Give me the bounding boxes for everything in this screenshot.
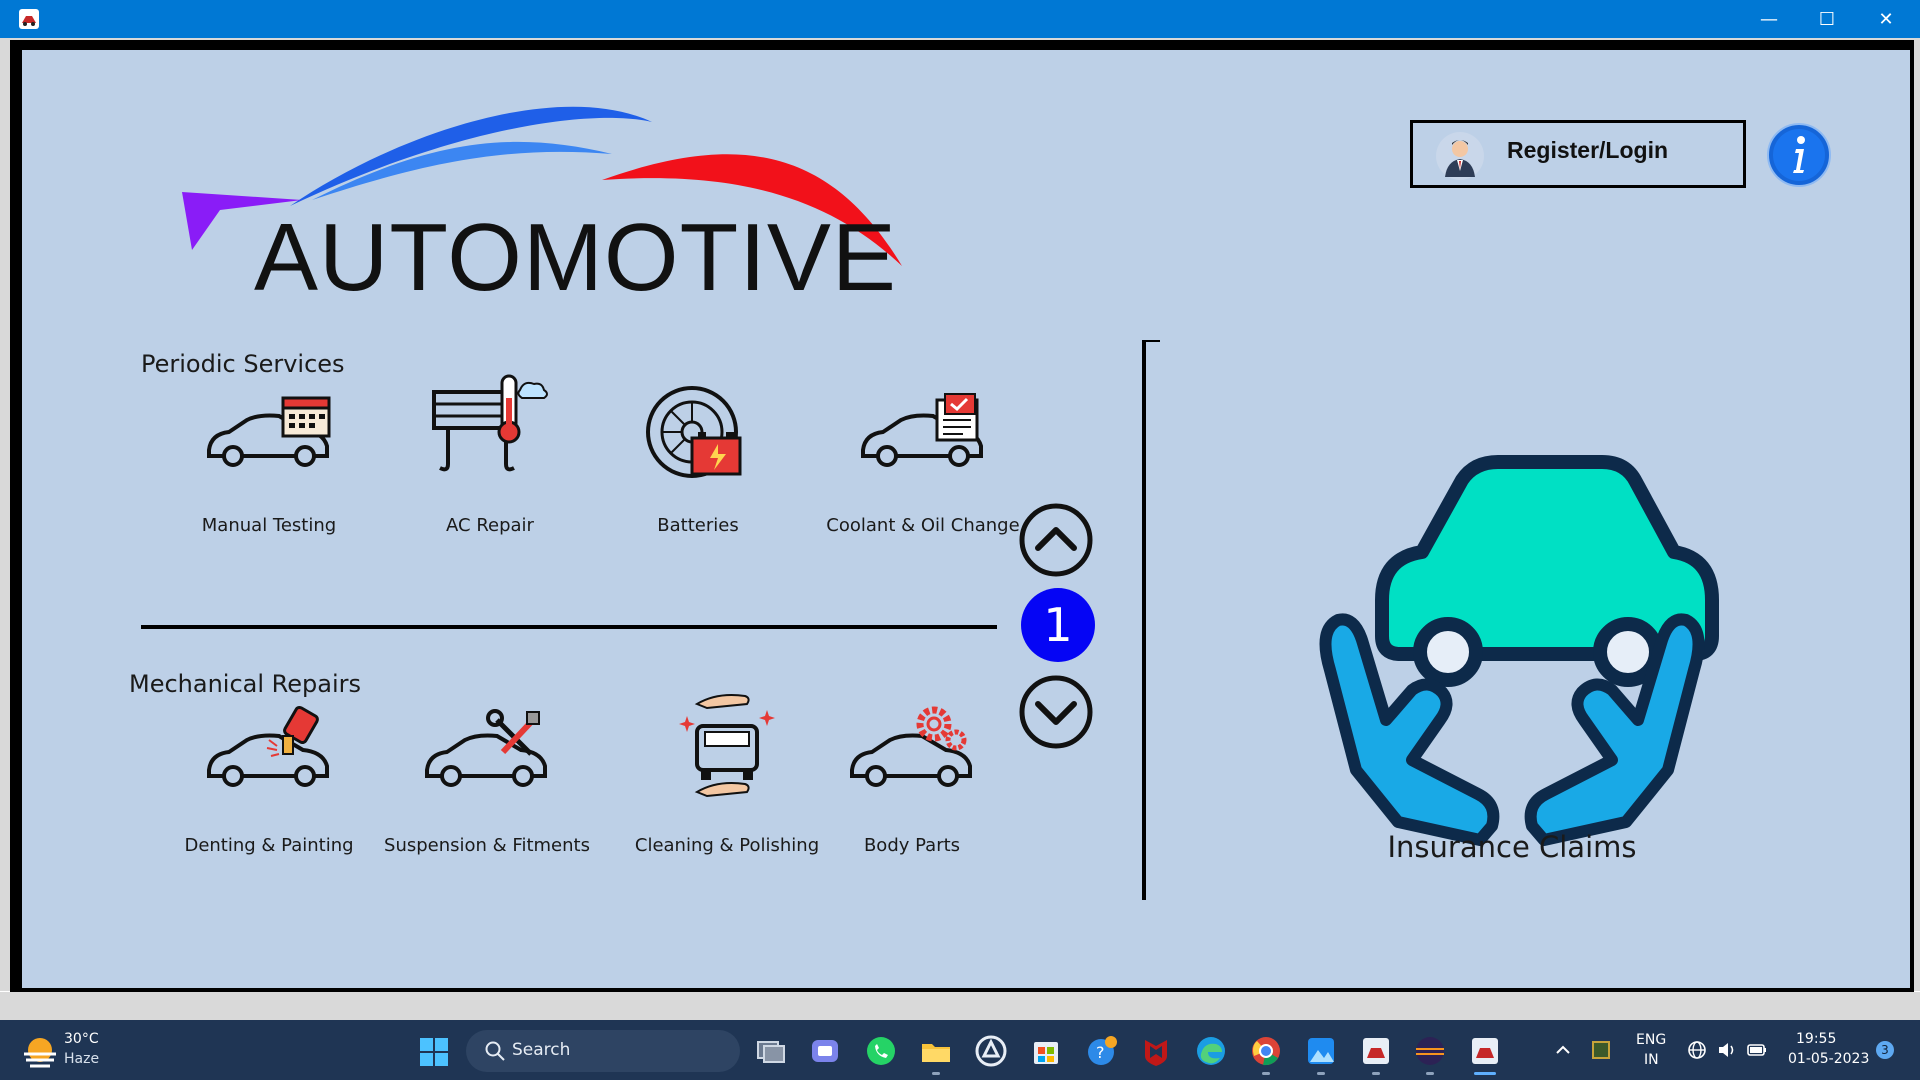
car-gears-icon bbox=[850, 706, 972, 787]
tray-app-icon[interactable] bbox=[1590, 1039, 1612, 1061]
window-status-strip bbox=[0, 992, 1920, 1020]
weather-temperature: 30°C bbox=[64, 1031, 99, 1047]
chevron-up-icon[interactable] bbox=[1552, 1039, 1574, 1061]
car-document-icon bbox=[861, 393, 983, 467]
eclipse-ide-icon[interactable] bbox=[1411, 1032, 1449, 1070]
service-manual-testing[interactable]: Manual Testing bbox=[159, 390, 379, 570]
weather-haze-icon[interactable] bbox=[18, 1030, 62, 1074]
user-avatar-icon bbox=[1436, 132, 1484, 180]
service-label: Batteries bbox=[657, 515, 739, 536]
whatsapp-icon[interactable] bbox=[862, 1032, 900, 1070]
info-icon[interactable] bbox=[1766, 122, 1832, 188]
window-titlebar bbox=[0, 0, 1920, 38]
clock-time[interactable]: 19:55 bbox=[1796, 1031, 1836, 1047]
search-icon bbox=[485, 1041, 505, 1061]
teams-chat-icon[interactable] bbox=[806, 1032, 844, 1070]
chrome-browser-icon[interactable] bbox=[1247, 1032, 1285, 1070]
get-help-icon[interactable]: ? bbox=[1082, 1032, 1120, 1070]
ac-thermometer-icon bbox=[432, 374, 548, 472]
task-view-icon[interactable] bbox=[752, 1032, 790, 1070]
dell-support-icon[interactable] bbox=[972, 1032, 1010, 1070]
service-ac-repair[interactable]: AC Repair bbox=[380, 374, 600, 570]
automotive-app-active-icon[interactable] bbox=[1466, 1032, 1504, 1070]
close-button[interactable]: ✕ bbox=[1857, 0, 1915, 38]
app-content: AUTOMOTIVE Register/Login Periodic Servi… bbox=[22, 50, 1910, 988]
edge-browser-icon[interactable] bbox=[1192, 1032, 1230, 1070]
file-explorer-icon[interactable] bbox=[917, 1032, 955, 1070]
windows-start-icon[interactable] bbox=[418, 1036, 450, 1068]
service-suspension-fitments[interactable]: Suspension & Fitments bbox=[377, 709, 597, 890]
weather-condition: Haze bbox=[64, 1051, 100, 1067]
service-label: AC Repair bbox=[446, 515, 534, 536]
taskbar bbox=[0, 1020, 1920, 1080]
app-icon bbox=[19, 9, 39, 29]
language-indicator[interactable]: ENG bbox=[1636, 1032, 1666, 1048]
svg-text:?: ? bbox=[1096, 1043, 1105, 1062]
car-wash-hands-icon bbox=[679, 694, 775, 798]
running-indicator bbox=[1426, 1072, 1434, 1075]
insurance-claims-label: Insurance Claims bbox=[1387, 830, 1637, 864]
service-coolant-oil-change[interactable]: Coolant & Oil Change bbox=[813, 390, 1033, 570]
minimize-button[interactable]: — bbox=[1740, 0, 1798, 38]
service-batteries[interactable]: Batteries bbox=[588, 386, 808, 570]
globe-network-icon[interactable] bbox=[1686, 1039, 1708, 1061]
mcafee-icon[interactable] bbox=[1137, 1032, 1175, 1070]
taskbar-search-box[interactable]: Search bbox=[466, 1030, 740, 1072]
service-label: Body Parts bbox=[863, 835, 961, 856]
car-wrench-icon bbox=[425, 709, 547, 787]
chevron-up-icon[interactable] bbox=[1018, 502, 1094, 578]
service-label: Suspension & Fitments bbox=[384, 835, 590, 856]
maximize-button[interactable]: ☐ bbox=[1798, 0, 1856, 38]
running-indicator bbox=[1372, 1072, 1380, 1075]
microsoft-store-icon[interactable] bbox=[1027, 1032, 1065, 1070]
car-calendar-icon bbox=[207, 396, 331, 467]
running-indicator bbox=[932, 1072, 940, 1075]
tyre-battery-icon bbox=[646, 386, 742, 478]
mechanical-repairs-title: Mechanical Repairs bbox=[129, 670, 362, 698]
service-body-parts[interactable]: Body Parts bbox=[802, 706, 1022, 890]
photos-app-icon[interactable] bbox=[1302, 1032, 1340, 1070]
page-number-badge: 1 bbox=[1021, 588, 1095, 662]
volume-icon[interactable] bbox=[1716, 1039, 1738, 1061]
battery-icon[interactable] bbox=[1746, 1039, 1768, 1061]
service-label: Denting & Painting bbox=[184, 835, 354, 856]
automotive-app-icon[interactable] bbox=[1357, 1032, 1395, 1070]
service-denting-painting[interactable]: Denting & Painting bbox=[159, 705, 379, 890]
active-indicator bbox=[1474, 1072, 1496, 1075]
logo-text: AUTOMOTIVE bbox=[254, 204, 897, 311]
running-indicator bbox=[1317, 1072, 1325, 1075]
car-hands-icon[interactable] bbox=[1302, 440, 1722, 860]
vertical-divider bbox=[1142, 340, 1146, 900]
service-label: Manual Testing bbox=[201, 515, 337, 536]
language-region: IN bbox=[1644, 1052, 1659, 1068]
car-paint-icon bbox=[207, 705, 329, 787]
service-label: Coolant & Oil Change bbox=[826, 515, 1020, 536]
notification-badge[interactable]: 3 bbox=[1876, 1041, 1894, 1059]
divider-tick bbox=[1146, 340, 1160, 342]
search-placeholder: Search bbox=[512, 1040, 571, 1060]
periodic-services-title: Periodic Services bbox=[141, 350, 345, 378]
section-divider bbox=[141, 625, 997, 629]
chevron-down-icon[interactable] bbox=[1018, 674, 1094, 750]
register-login-label: Register/Login bbox=[1507, 137, 1669, 163]
register-login-button[interactable]: Register/Login bbox=[1410, 120, 1746, 188]
running-indicator bbox=[1262, 1072, 1270, 1075]
clock-date[interactable]: 01-05-2023 bbox=[1788, 1051, 1869, 1067]
